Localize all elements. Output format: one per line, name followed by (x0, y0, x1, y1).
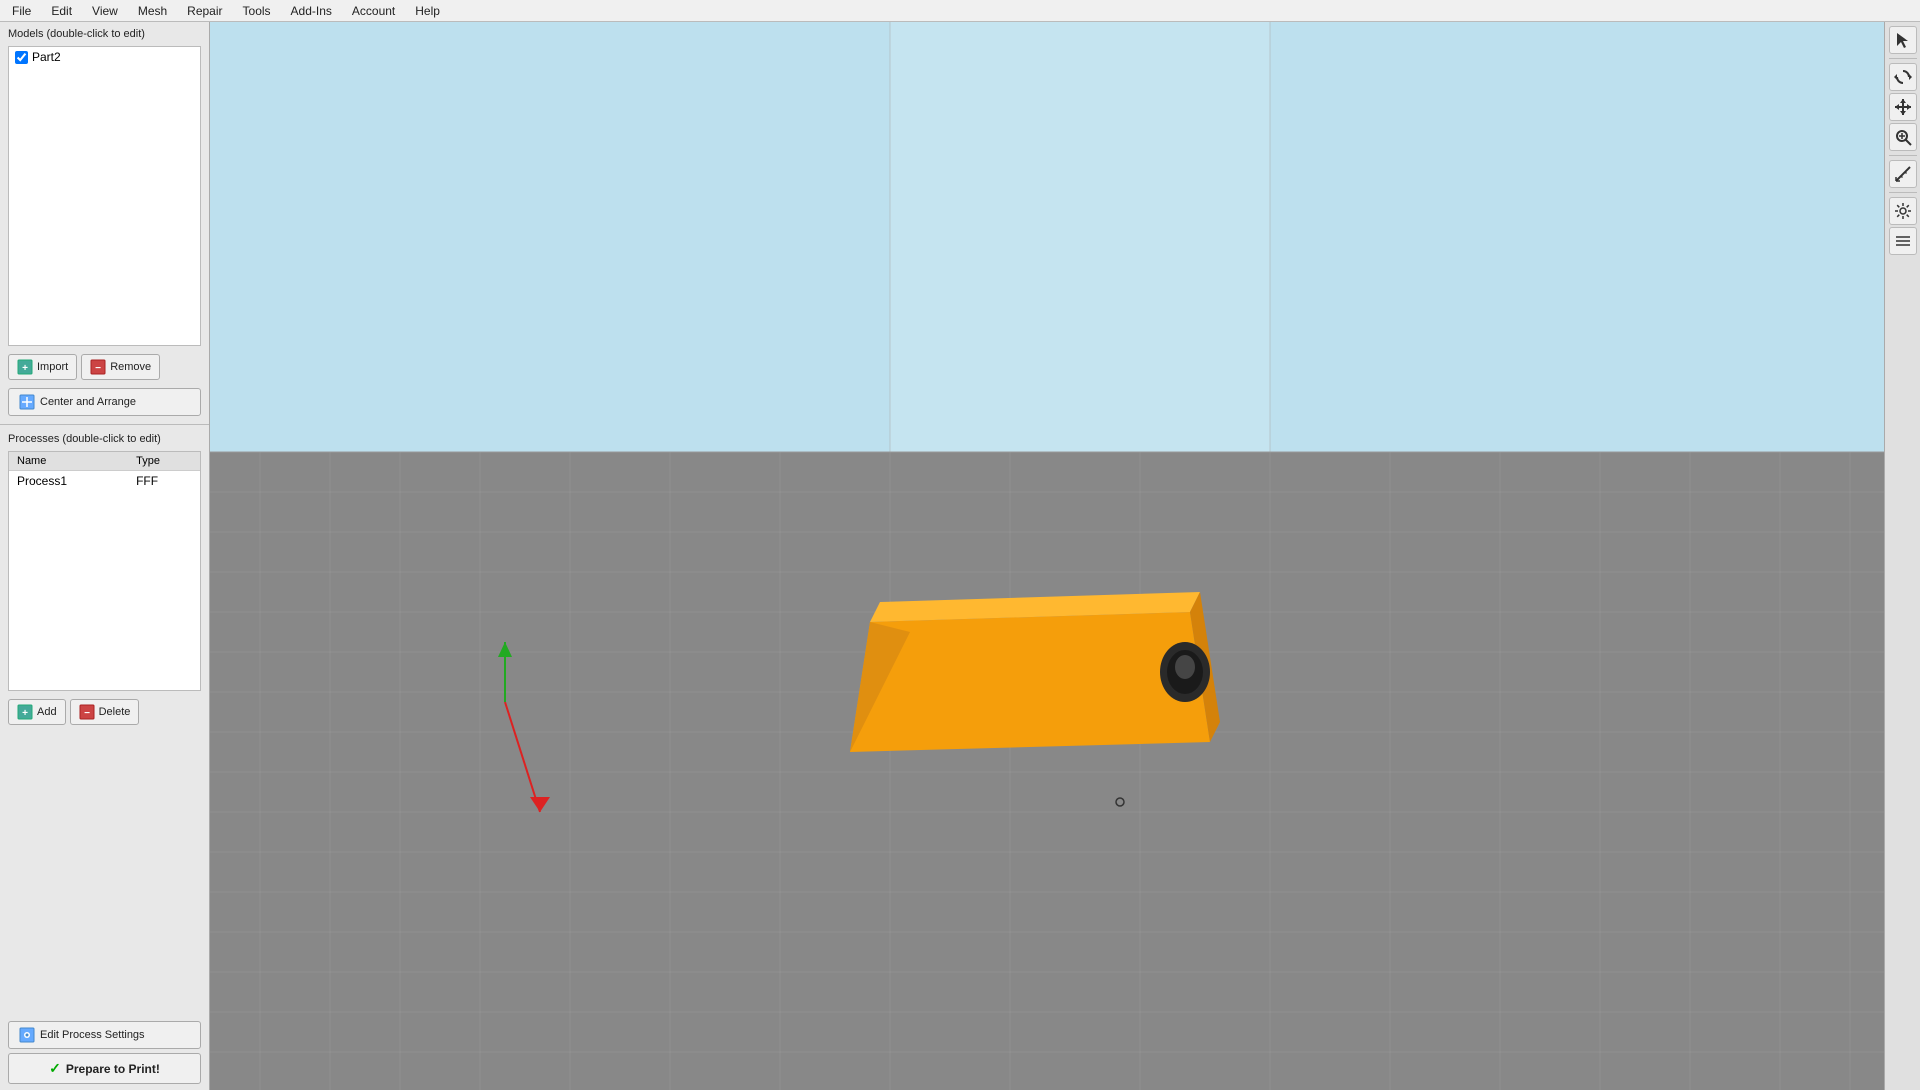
right-toolbar (1884, 22, 1920, 1090)
center-arrange-icon (19, 394, 35, 410)
processes-list: Name Type Process1 FFF (8, 451, 201, 691)
pan-icon (1894, 98, 1912, 116)
measure-tool-button[interactable] (1889, 160, 1917, 188)
models-list: Part2 (8, 46, 201, 346)
model-name: Part2 (32, 50, 61, 64)
prepare-to-print-button[interactable]: ✓ Prepare to Print! (8, 1053, 201, 1084)
viewport[interactable] (210, 22, 1884, 1090)
layers-icon (1894, 232, 1912, 250)
panel-divider (0, 424, 209, 425)
menu-mesh[interactable]: Mesh (130, 2, 175, 20)
process-table: Name Type Process1 FFF (9, 452, 200, 491)
add-icon: + (17, 704, 33, 720)
menu-view[interactable]: View (84, 2, 126, 20)
edit-process-settings-button[interactable]: Edit Process Settings (8, 1021, 201, 1049)
process-buttons: + Add − Delete (0, 693, 209, 731)
menu-tools[interactable]: Tools (235, 2, 279, 20)
pan-view-button[interactable] (1889, 93, 1917, 121)
import-icon: + (17, 359, 33, 375)
left-panel: Models (double-click to edit) Part2 + Im… (0, 22, 210, 1090)
process-row[interactable]: Process1 FFF (9, 471, 200, 492)
process-name: Process1 (9, 471, 128, 492)
svg-text:−: − (84, 708, 90, 719)
toolbar-divider-1 (1889, 58, 1917, 59)
rotate-view-button[interactable] (1889, 63, 1917, 91)
menu-edit[interactable]: Edit (43, 2, 80, 20)
menu-repair[interactable]: Repair (179, 2, 230, 20)
settings-button[interactable] (1889, 197, 1917, 225)
add-button[interactable]: + Add (8, 699, 66, 725)
import-button[interactable]: + Import (8, 354, 77, 380)
toolbar-divider-3 (1889, 192, 1917, 193)
zoom-view-button[interactable] (1889, 123, 1917, 151)
cursor-icon (1894, 31, 1912, 49)
measure-icon (1894, 165, 1912, 183)
edit-process-icon (19, 1027, 35, 1043)
model-checkbox[interactable] (15, 51, 28, 64)
process-type: FFF (128, 471, 200, 492)
remove-button[interactable]: − Remove (81, 354, 160, 380)
col-name: Name (9, 452, 128, 471)
bottom-buttons: Edit Process Settings ✓ Prepare to Print… (0, 1015, 209, 1090)
processes-section-title: Processes (double-click to edit) (0, 427, 209, 449)
svg-text:+: + (22, 708, 28, 719)
menubar: File Edit View Mesh Repair Tools Add-Ins… (0, 0, 1920, 22)
select-tool-button[interactable] (1889, 26, 1917, 54)
model-item[interactable]: Part2 (9, 47, 200, 67)
prepare-icon: ✓ (49, 1060, 61, 1077)
svg-text:−: − (95, 363, 101, 374)
settings-icon (1894, 202, 1912, 220)
layers-button[interactable] (1889, 227, 1917, 255)
viewport-scene (210, 22, 1884, 1090)
center-arrange-button[interactable]: Center and Arrange (8, 388, 201, 416)
menu-help[interactable]: Help (407, 2, 448, 20)
rotate-icon (1894, 68, 1912, 86)
models-section-title: Models (double-click to edit) (0, 22, 209, 44)
menu-addins[interactable]: Add-Ins (283, 2, 340, 20)
menu-account[interactable]: Account (344, 2, 403, 20)
model-buttons: + Import − Remove (0, 348, 209, 386)
zoom-icon (1894, 128, 1912, 146)
menu-file[interactable]: File (4, 2, 39, 20)
delete-icon: − (79, 704, 95, 720)
remove-icon: − (90, 359, 106, 375)
delete-button[interactable]: − Delete (70, 699, 140, 725)
toolbar-divider-2 (1889, 155, 1917, 156)
col-type: Type (128, 452, 200, 471)
svg-text:+: + (22, 363, 28, 374)
